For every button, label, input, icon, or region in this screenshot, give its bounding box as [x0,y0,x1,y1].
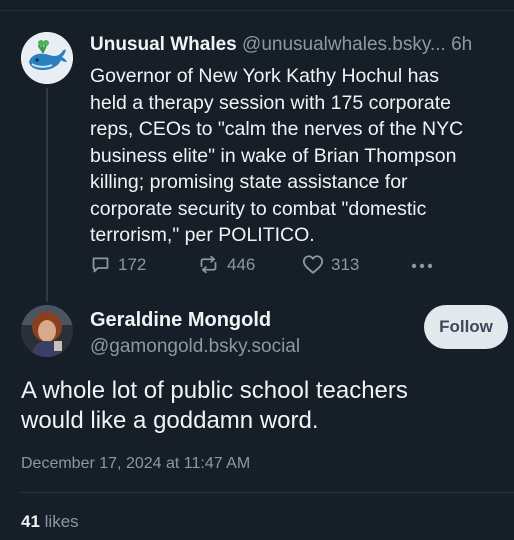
avatar-photo [21,305,73,357]
divider [21,492,514,493]
parent-display-name[interactable]: Unusual Whales [90,34,237,55]
follow-button[interactable]: Follow [424,305,508,349]
repost-icon [200,255,217,274]
more-icon [411,263,433,269]
post-date[interactable]: December 17, 2024 at 11:47 AM [21,455,250,473]
parent-post-header: Unusual Whales @unusualwhales.bsky... 6h [90,33,510,57]
heart-icon [302,255,324,274]
author-handle[interactable]: @gamongold.bsky.social [90,335,300,359]
likes-count: 41 [21,512,40,531]
post-text: A whole lot of public school teachers wo… [21,377,408,434]
parent-handle[interactable]: @unusualwhales.bsky... [242,34,446,55]
parent-timestamp[interactable]: 6h [451,34,472,55]
author-avatar[interactable] [21,305,73,357]
repost-count: 446 [227,254,256,274]
parent-post-text: Governor of New York Kathy Hochul has he… [90,65,464,246]
author-display-name[interactable]: Geraldine Mongold [90,307,271,333]
likes-label: likes [44,512,79,531]
like-count: 313 [331,254,360,274]
reply-count: 172 [118,254,147,274]
top-strip [0,0,514,11]
more-options-button[interactable] [410,256,434,276]
like-button[interactable]: 313 [302,254,359,275]
whale-logo-icon [21,32,73,84]
likes-row[interactable]: 41 likes [21,512,79,532]
parent-avatar[interactable] [21,32,73,84]
reply-button[interactable]: 172 [90,254,146,275]
repost-button[interactable]: 446 [197,254,255,275]
thread-line [46,88,48,302]
reply-icon [92,257,109,273]
